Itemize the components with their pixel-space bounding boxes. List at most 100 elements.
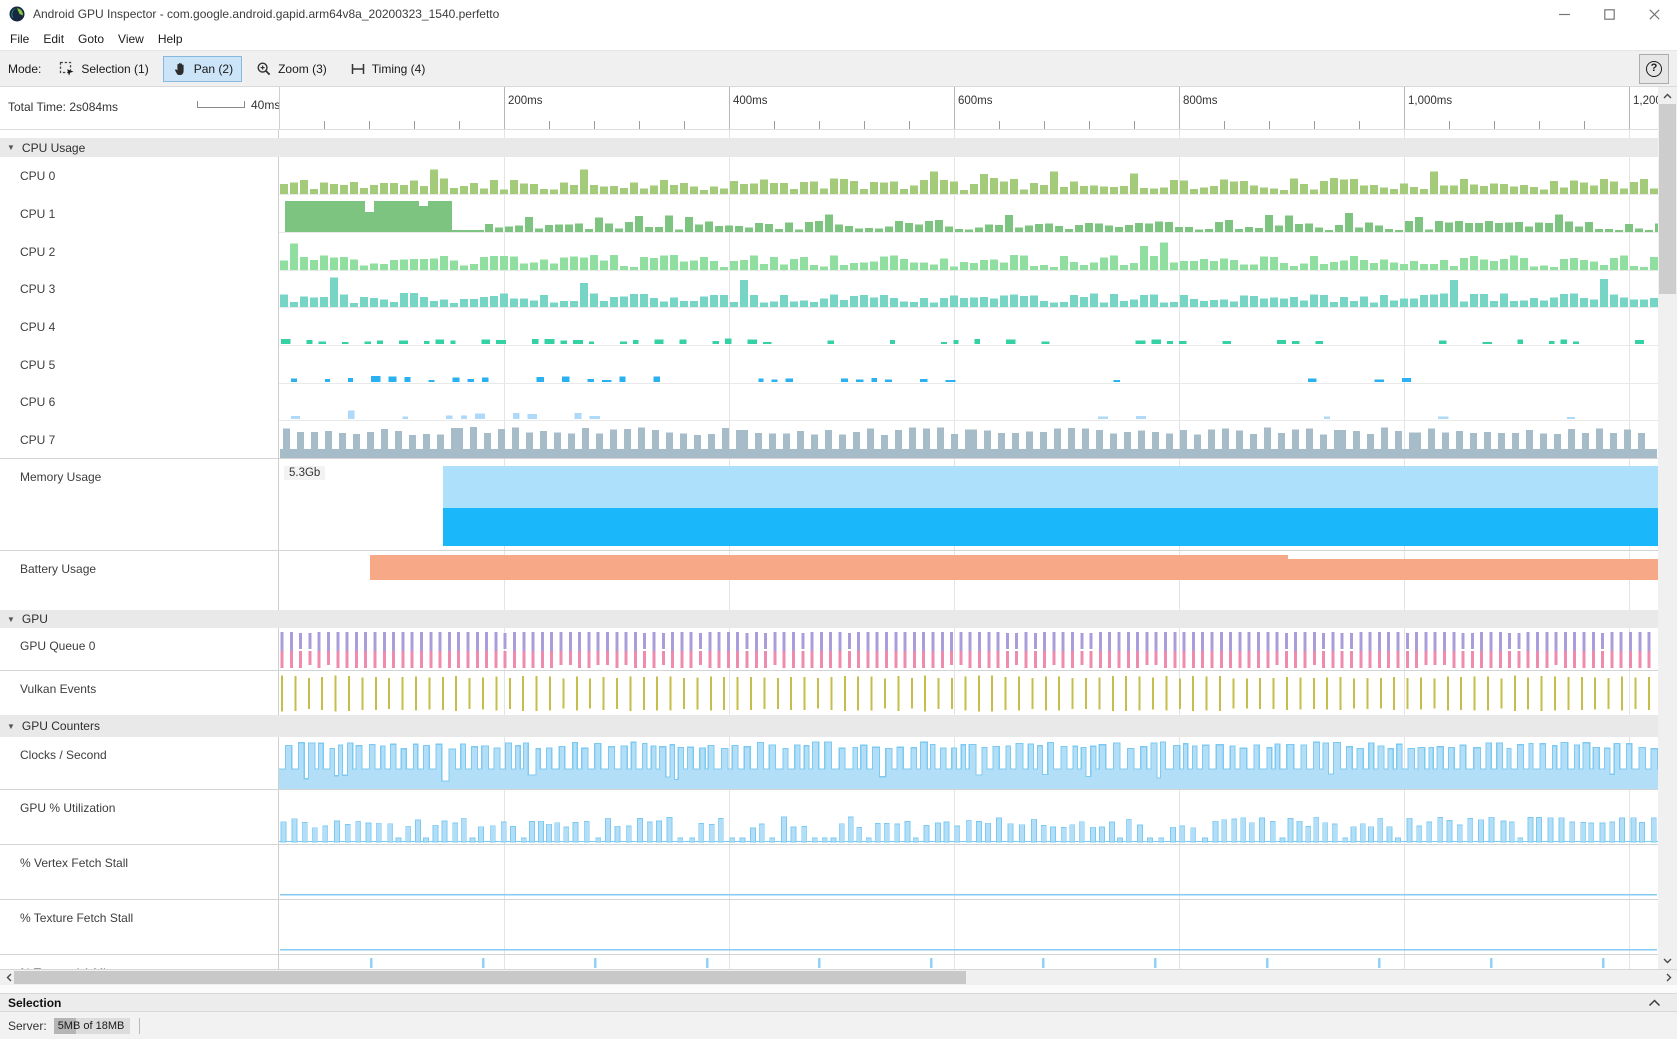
selection-panel-title: Selection bbox=[8, 996, 61, 1010]
track-row--vertex-fetch-stall[interactable]: % Vertex Fetch Stall bbox=[0, 845, 1658, 900]
track-chart-area[interactable] bbox=[279, 384, 1658, 421]
ruler-minor-tick bbox=[324, 121, 325, 129]
server-memory-text: 5MB of 18MB bbox=[54, 1020, 125, 1032]
vertical-scrollbar[interactable] bbox=[1658, 87, 1677, 969]
timeline-tracks-panel[interactable]: ▼CPU UsageCPU 0CPU 1CPU 2CPU 3CPU 4CPU 5… bbox=[0, 130, 1658, 969]
scroll-down-button[interactable] bbox=[1658, 952, 1677, 969]
timing-mode-label: Timing (4) bbox=[372, 62, 426, 76]
track-row-cpu-7[interactable]: CPU 7 bbox=[0, 421, 1658, 459]
track-row-vulkan-events[interactable]: Vulkan Events bbox=[0, 671, 1658, 715]
scroll-up-button[interactable] bbox=[1658, 87, 1677, 104]
track-row-cpu-4[interactable]: CPU 4 bbox=[0, 308, 1658, 346]
section-header-cpu-usage[interactable]: ▼CPU Usage bbox=[0, 138, 1658, 157]
ruler-minor-tick bbox=[459, 121, 460, 129]
track-chart-area[interactable] bbox=[279, 671, 1658, 715]
horizontal-scroll-thumb[interactable] bbox=[14, 971, 966, 984]
section-header-label: GPU bbox=[22, 612, 48, 626]
track-chart bbox=[279, 459, 1658, 551]
track-row-cpu-5[interactable]: CPU 5 bbox=[0, 346, 1658, 384]
pan-mode-button[interactable]: Pan (2) bbox=[163, 56, 242, 82]
server-label: Server: bbox=[8, 1019, 47, 1033]
track-label: Clocks / Second bbox=[0, 737, 279, 789]
track-row-cpu-3[interactable]: CPU 3 bbox=[0, 271, 1658, 308]
ruler-minor-tick bbox=[1539, 121, 1540, 129]
track-label: CPU 1 bbox=[0, 195, 279, 233]
ruler-minor-tick bbox=[1584, 121, 1585, 129]
track-chart-area[interactable] bbox=[279, 271, 1658, 308]
track-chart-area[interactable] bbox=[279, 845, 1658, 899]
selection-panel-header[interactable]: Selection bbox=[0, 993, 1677, 1012]
track-chart-area[interactable] bbox=[279, 790, 1658, 844]
track-chart-area[interactable] bbox=[279, 233, 1658, 271]
track-row-memory-usage[interactable]: Memory Usage5.3Gb bbox=[0, 459, 1658, 551]
section-header-gpu-counters[interactable]: ▼GPU Counters bbox=[0, 715, 1658, 737]
ruler-minor-tick bbox=[594, 121, 595, 129]
maximize-button[interactable] bbox=[1587, 0, 1632, 28]
minimize-button[interactable] bbox=[1542, 0, 1587, 28]
track-label: % Texture L1 Miss bbox=[0, 955, 279, 969]
track-chart-area[interactable]: 5.3Gb bbox=[279, 459, 1658, 550]
close-button[interactable] bbox=[1632, 0, 1677, 28]
track-chart-area[interactable] bbox=[279, 195, 1658, 233]
horizontal-scrollbar[interactable] bbox=[0, 969, 1677, 985]
track-label: Vulkan Events bbox=[0, 671, 279, 715]
track-label: CPU 3 bbox=[0, 271, 279, 308]
track-chart bbox=[279, 308, 1658, 346]
menu-goto[interactable]: Goto bbox=[71, 30, 111, 48]
track-chart-area[interactable] bbox=[279, 955, 1658, 969]
track-chart bbox=[279, 955, 1658, 969]
selection-mode-button[interactable]: Selection (1) bbox=[50, 56, 157, 82]
ruler-major-tick bbox=[1404, 87, 1405, 129]
vertical-scroll-thumb[interactable] bbox=[1659, 104, 1676, 294]
ruler-minor-tick bbox=[864, 121, 865, 129]
timeline-ruler[interactable]: Total Time: 2s084ms 40ms 200ms400ms600ms… bbox=[0, 87, 1658, 130]
track-label: % Vertex Fetch Stall bbox=[0, 845, 279, 899]
zoom-icon bbox=[256, 61, 272, 77]
track-chart bbox=[279, 790, 1658, 845]
menu-file[interactable]: File bbox=[3, 30, 36, 48]
ruler-minor-tick bbox=[684, 121, 685, 129]
help-icon: ? bbox=[1646, 61, 1662, 77]
track-chart-area[interactable] bbox=[279, 628, 1658, 670]
track-chart bbox=[279, 845, 1658, 900]
track-row-cpu-6[interactable]: CPU 6 bbox=[0, 384, 1658, 421]
track-row-clocks-second[interactable]: Clocks / Second bbox=[0, 737, 1658, 790]
ruler-minor-tick bbox=[1269, 121, 1270, 129]
track-chart-area[interactable] bbox=[279, 346, 1658, 384]
menu-help[interactable]: Help bbox=[151, 30, 190, 48]
track-area-border bbox=[279, 87, 280, 129]
track-row-cpu-2[interactable]: CPU 2 bbox=[0, 233, 1658, 271]
help-button[interactable]: ? bbox=[1639, 54, 1669, 84]
track-chart bbox=[279, 384, 1658, 421]
scroll-right-button[interactable] bbox=[1660, 970, 1677, 985]
track-label: CPU 4 bbox=[0, 308, 279, 346]
track-row-gpu-utilization[interactable]: GPU % Utilization bbox=[0, 790, 1658, 845]
menu-edit[interactable]: Edit bbox=[36, 30, 71, 48]
menu-view[interactable]: View bbox=[111, 30, 151, 48]
ruler-tick-label: 800ms bbox=[1183, 95, 1218, 107]
track-row--texture-l1-miss[interactable]: % Texture L1 Miss bbox=[0, 955, 1658, 969]
track-chart-area[interactable] bbox=[279, 737, 1658, 789]
ruler-tick-label: 600ms bbox=[958, 95, 993, 107]
collapse-selection-button[interactable] bbox=[1648, 999, 1661, 1007]
pan-icon bbox=[172, 61, 188, 77]
track-row-battery-usage[interactable]: Battery Usage bbox=[0, 551, 1658, 610]
track-chart-area[interactable] bbox=[279, 308, 1658, 346]
track-chart-area[interactable] bbox=[279, 157, 1658, 195]
track-chart-area[interactable] bbox=[279, 900, 1658, 954]
track-chart-area[interactable] bbox=[279, 551, 1658, 610]
track-row-cpu-0[interactable]: CPU 0 bbox=[0, 157, 1658, 195]
spacer-area bbox=[279, 130, 1658, 138]
track-row-cpu-1[interactable]: CPU 1 bbox=[0, 195, 1658, 233]
zoom-mode-button[interactable]: Zoom (3) bbox=[247, 56, 336, 82]
track-row--texture-fetch-stall[interactable]: % Texture Fetch Stall bbox=[0, 900, 1658, 955]
ruler-minor-tick bbox=[774, 121, 775, 129]
timing-mode-button[interactable]: Timing (4) bbox=[341, 56, 435, 82]
section-header-gpu[interactable]: ▼GPU bbox=[0, 610, 1658, 628]
track-label: Memory Usage bbox=[0, 459, 279, 550]
ruler-major-tick bbox=[1179, 87, 1180, 129]
server-memory-gauge: 5MB of 18MB bbox=[54, 1018, 130, 1034]
track-row-gpu-queue-0[interactable]: GPU Queue 0 bbox=[0, 628, 1658, 671]
track-chart-area[interactable] bbox=[279, 421, 1658, 458]
track-chart bbox=[279, 628, 1658, 671]
